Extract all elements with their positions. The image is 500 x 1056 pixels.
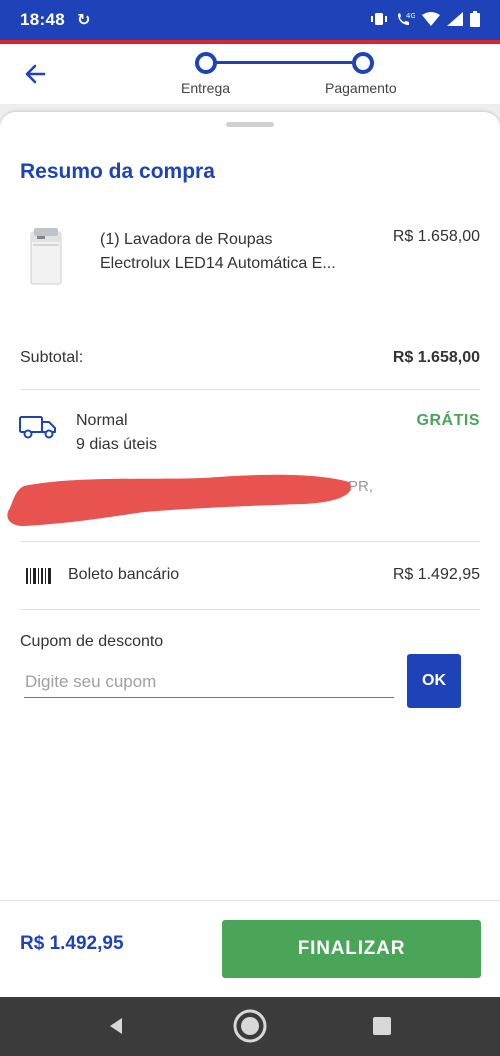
shipping-days: 9 dias úteis [76, 436, 157, 453]
battery-icon [470, 10, 480, 30]
shipping-price: GRÁTIS [416, 412, 480, 429]
finalize-button[interactable]: FINALIZAR [222, 920, 481, 978]
coupon-label: Cupom de desconto [20, 633, 164, 650]
payment-value: R$ 1.492,95 [392, 566, 480, 583]
product-price: R$ 1.658,00 [392, 228, 480, 245]
svg-text:4G: 4G [406, 12, 415, 20]
system-navigation-bar [0, 997, 500, 1056]
vibrate-icon [370, 12, 388, 29]
back-button[interactable] [20, 59, 50, 89]
signal-icon [447, 11, 463, 29]
order-total: R$ 1.492,95 [20, 933, 124, 954]
payment-method: Boleto bancário [68, 566, 180, 583]
arrow-left-icon [25, 64, 46, 84]
step-label-pagamento: Pagamento [325, 80, 397, 96]
address-redaction [7, 474, 351, 526]
step-label-entrega: Entrega [181, 80, 231, 96]
page-title: Resumo da compra [20, 160, 215, 183]
subtotal-value: R$ 1.658,00 [392, 349, 480, 366]
step-dot-entrega [195, 52, 217, 74]
washing-machine-image [30, 228, 62, 285]
sheet-drag-handle[interactable] [226, 122, 274, 127]
wifi-call-4g-icon: 4G [395, 11, 416, 30]
status-time: 18:48 [20, 10, 65, 29]
divider [20, 541, 480, 542]
product-name-line-2: Electrolux LED14 Automática E... [100, 255, 336, 272]
subtotal-label: Subtotal: [20, 349, 84, 366]
sync-icon: ↻ [76, 12, 91, 29]
product-name: (1) Lavadora de Roupas Electrolux LED14 … [100, 228, 370, 276]
nav-recents-icon[interactable] [373, 1017, 391, 1035]
footer-divider [0, 900, 500, 901]
status-icons: 4G [370, 10, 480, 30]
checkout-screen: 18:48 ↻ 4G Entrega Pagamento Resumo da c… [0, 0, 500, 1056]
nav-back-icon[interactable] [106, 1016, 126, 1036]
nav-home-icon[interactable] [232, 1008, 268, 1044]
stepper-line [216, 61, 352, 64]
truck-icon [19, 416, 56, 439]
apply-coupon-button[interactable]: OK [407, 654, 461, 708]
step-dot-pagamento [352, 52, 374, 74]
divider [20, 389, 480, 390]
shipping-name: Normal [76, 412, 128, 429]
barcode-icon [26, 568, 51, 584]
divider [20, 609, 480, 610]
coupon-input[interactable] [24, 666, 394, 698]
status-bar: 18:48 ↻ 4G [0, 0, 500, 40]
wifi-icon [422, 11, 440, 29]
product-name-line-1: (1) Lavadora de Roupas [100, 231, 273, 248]
